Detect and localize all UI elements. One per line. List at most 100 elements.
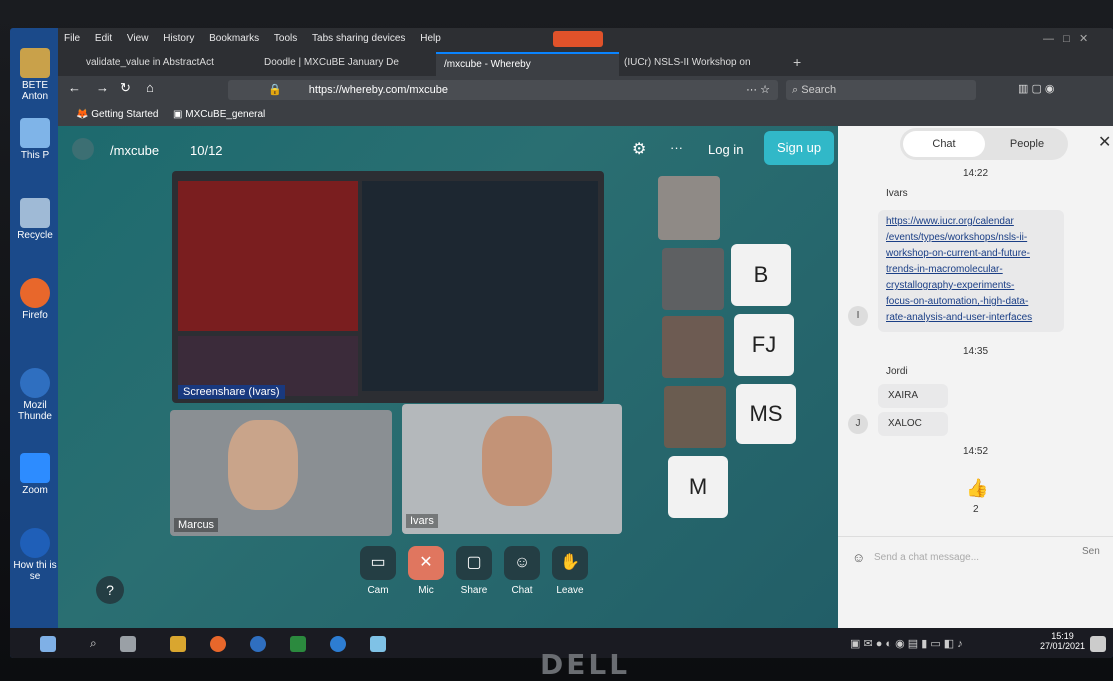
url-bar[interactable]: 🔒 https://whereby.com/mxcube ··· ☆ (228, 80, 778, 100)
search-bar[interactable]: ⌕ Search (786, 80, 976, 100)
iucr-link[interactable]: https://www.iucr.org/calendar /events/ty… (886, 214, 1032, 326)
chat-button[interactable]: ☺ Chat (502, 546, 542, 596)
video-stage: /mxcube 10/12 ⚙ ··· Log in Sign up Scree… (58, 126, 838, 628)
desktop-icon-thunderbird[interactable]: Mozil Thunde (10, 368, 60, 422)
participant-count: 10/12 (190, 143, 223, 158)
file-explorer-icon[interactable] (170, 636, 186, 652)
menu-edit[interactable]: Edit (95, 33, 112, 44)
app-taskbar-icon[interactable] (370, 636, 386, 652)
menu-tabs-sharing[interactable]: Tabs sharing devices (312, 33, 405, 44)
chat-tabs: Chat People (900, 128, 1068, 160)
menu-history[interactable]: History (163, 33, 194, 44)
system-tray[interactable]: ▣ ✉ ● ◐ ◉ ▤ ▮ ▭ ◧ ♪ (850, 637, 963, 650)
tab-people[interactable]: People (988, 131, 1066, 157)
window-controls[interactable]: — □ ✕ (1043, 32, 1088, 45)
clock[interactable]: 15:19 27/01/2021 (1040, 631, 1085, 651)
tab-strip: validate_value in AbstractAct Doodle | M… (58, 50, 1113, 76)
toolbar-icons[interactable]: ▥ ▢ ◉ (1018, 82, 1055, 95)
info-icon (20, 528, 50, 558)
page-actions[interactable]: ··· ☆ (746, 80, 770, 100)
zoom-icon (20, 453, 50, 483)
chat-message: XALOC (878, 412, 948, 436)
thumbs-up-icon: 👍 (966, 478, 989, 498)
firefox-icon (20, 278, 50, 308)
firefox-taskbar-icon[interactable] (210, 636, 226, 652)
menu-view[interactable]: View (127, 33, 149, 44)
screenshare-label: Screenshare (Ivars) (178, 385, 285, 399)
more-options-button[interactable]: ··· (670, 140, 683, 155)
desktop-icon-howto[interactable]: How thi is se (10, 528, 60, 582)
chat-icon: ☺ (504, 546, 540, 580)
avatar: J (848, 414, 868, 434)
tab-whereby[interactable]: /mxcube - Whereby (436, 52, 619, 76)
edge-icon[interactable] (330, 636, 346, 652)
divider (838, 536, 1113, 537)
computer-icon (20, 118, 50, 148)
video-ivars: Ivars (402, 404, 622, 534)
participant-face (482, 416, 552, 506)
settings-icon[interactable]: ⚙ (632, 139, 646, 159)
thunderbird-taskbar-icon[interactable] (250, 636, 266, 652)
tab-doodle[interactable]: Doodle | MXCuBE January De (256, 52, 439, 74)
room-logo (72, 138, 94, 160)
browser-window: File Edit View History Bookmarks Tools T… (58, 28, 1113, 628)
share-button[interactable]: ▢ Share (454, 546, 494, 596)
cam-button[interactable]: ▭ Cam (358, 546, 398, 596)
video-marcus: Marcus (170, 410, 392, 536)
tab-chat[interactable]: Chat (903, 131, 985, 157)
share-icon: ▢ (456, 546, 492, 580)
recycle-bin-icon (20, 198, 50, 228)
thumb-video-4 (664, 386, 726, 448)
help-button[interactable]: ? (96, 576, 124, 604)
app-taskbar-icon[interactable] (290, 636, 306, 652)
leave-icon: ✋ (552, 546, 588, 580)
notification-icon[interactable] (1090, 636, 1106, 652)
tab-iucr[interactable]: (IUCr) NSLS-II Workshop on (616, 52, 794, 74)
close-icon[interactable]: ✕ (1098, 132, 1111, 152)
menu-bookmarks[interactable]: Bookmarks (209, 33, 259, 44)
chat-timestamp: 14:35 (963, 346, 989, 357)
search-icon: ⌕ (792, 84, 799, 96)
desktop-icon-zoom[interactable]: Zoom (10, 453, 60, 496)
menu-file[interactable]: File (64, 33, 80, 44)
chat-panel: Chat People ✕ 14:22 Ivars https://www.iu… (838, 126, 1113, 628)
name-label-ivars: Ivars (406, 514, 438, 528)
thumb-video-1 (658, 176, 720, 240)
chat-message-link: https://www.iucr.org/calendar /events/ty… (878, 210, 1064, 332)
screen: BETE Anton This P Recycle Firefo Mozil T… (10, 28, 1113, 658)
signup-button[interactable]: Sign up (764, 131, 834, 165)
menu-tools[interactable]: Tools (274, 33, 297, 44)
whereby-page: /mxcube 10/12 ⚙ ··· Log in Sign up Scree… (58, 126, 1113, 628)
login-button[interactable]: Log in (708, 142, 743, 157)
task-view-icon[interactable] (120, 636, 136, 652)
tab-validate[interactable]: validate_value in AbstractAct (78, 52, 261, 74)
send-button[interactable]: Sen (1082, 546, 1100, 557)
emoji-icon[interactable]: ☺ (852, 550, 865, 565)
chat-timestamp: 14:52 (963, 446, 989, 457)
desktop-icon-recycle[interactable]: Recycle (10, 198, 60, 241)
nav-bar: ← → ↻ ⌂ 🔒 https://whereby.com/mxcube ···… (58, 76, 1113, 104)
menu-bar: File Edit View History Bookmarks Tools T… (58, 28, 1113, 50)
chat-message: XAIRA (878, 384, 948, 408)
bookmark-getting-started[interactable]: 🦊 Getting Started (76, 109, 159, 120)
new-tab-button[interactable]: + (793, 54, 801, 70)
bookmarks-bar: 🦊 Getting Started ▣ MXCuBE_general (58, 104, 1113, 126)
desktop-icon-user[interactable]: BETE Anton (10, 48, 60, 102)
sharing-indicator[interactable] (553, 31, 603, 47)
leave-button[interactable]: ✋ Leave (550, 546, 590, 596)
thunderbird-icon (20, 368, 50, 398)
forward-button[interactable]: → (96, 80, 109, 95)
search-icon[interactable]: ⌕ (90, 636, 106, 652)
bookmark-mxcube[interactable]: ▣ MXCuBE_general (173, 109, 265, 120)
home-button[interactable]: ⌂ (146, 80, 154, 95)
start-icon[interactable] (40, 636, 56, 652)
back-button[interactable]: ← (68, 80, 81, 95)
desktop-icon-firefox[interactable]: Firefo (10, 278, 60, 321)
menu-help[interactable]: Help (420, 33, 441, 44)
thumb-video-2 (662, 248, 724, 310)
mic-button[interactable]: ✕ Mic (406, 546, 446, 596)
reload-button[interactable]: ↻ (120, 80, 131, 96)
avatar-m: M (668, 456, 728, 518)
desktop-icon-thispc[interactable]: This P (10, 118, 60, 161)
chat-input[interactable]: Send a chat message... (874, 552, 979, 563)
